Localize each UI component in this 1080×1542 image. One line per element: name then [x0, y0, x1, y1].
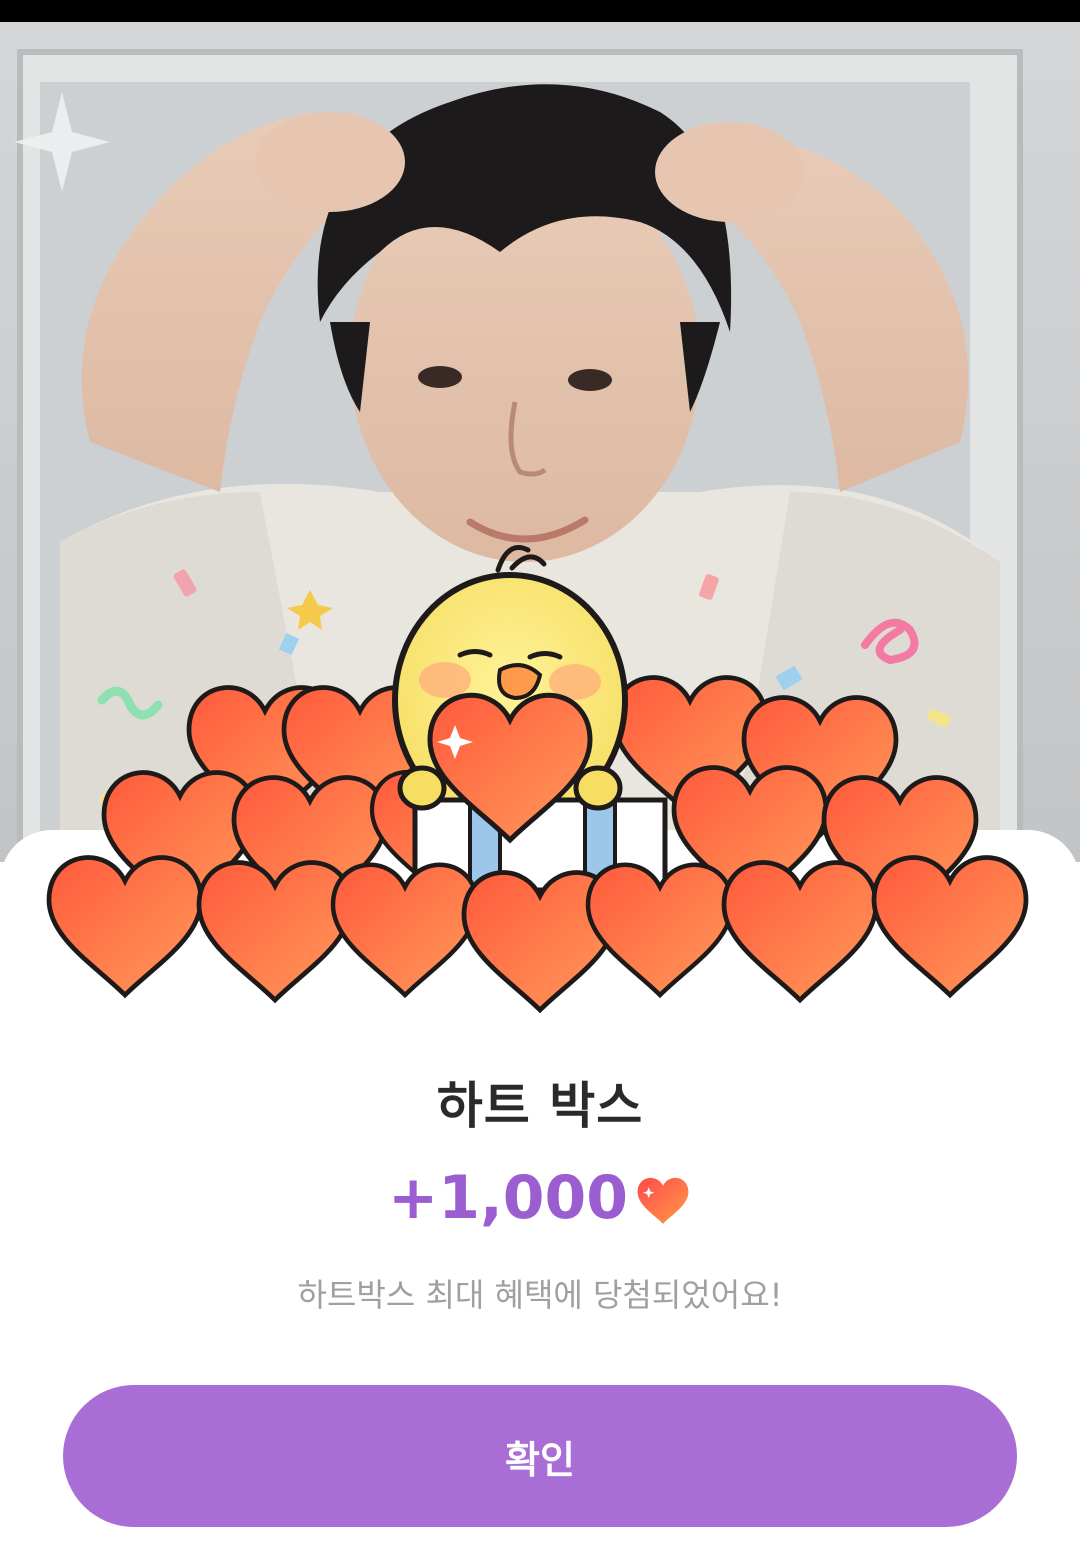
- chick-character: [392, 545, 668, 893]
- status-bar: [0, 0, 1080, 22]
- reward-title: 하트 박스: [436, 1077, 644, 1135]
- heart-icon: [637, 1177, 689, 1224]
- confirm-button[interactable]: 확인: [63, 1385, 1017, 1527]
- reward-amount-row: +1,000: [0, 1162, 1080, 1234]
- reward-screen: 하트 박스 +1,000 하트박스 최대 혜택에 당첨되었어요! 확인: [0, 0, 1080, 1542]
- reward-message: 하트박스 최대 혜택에 당첨되었어요!: [297, 1276, 783, 1314]
- heart-box-sticker: [30, 545, 1050, 1030]
- reward-amount: +1,000: [387, 1163, 629, 1233]
